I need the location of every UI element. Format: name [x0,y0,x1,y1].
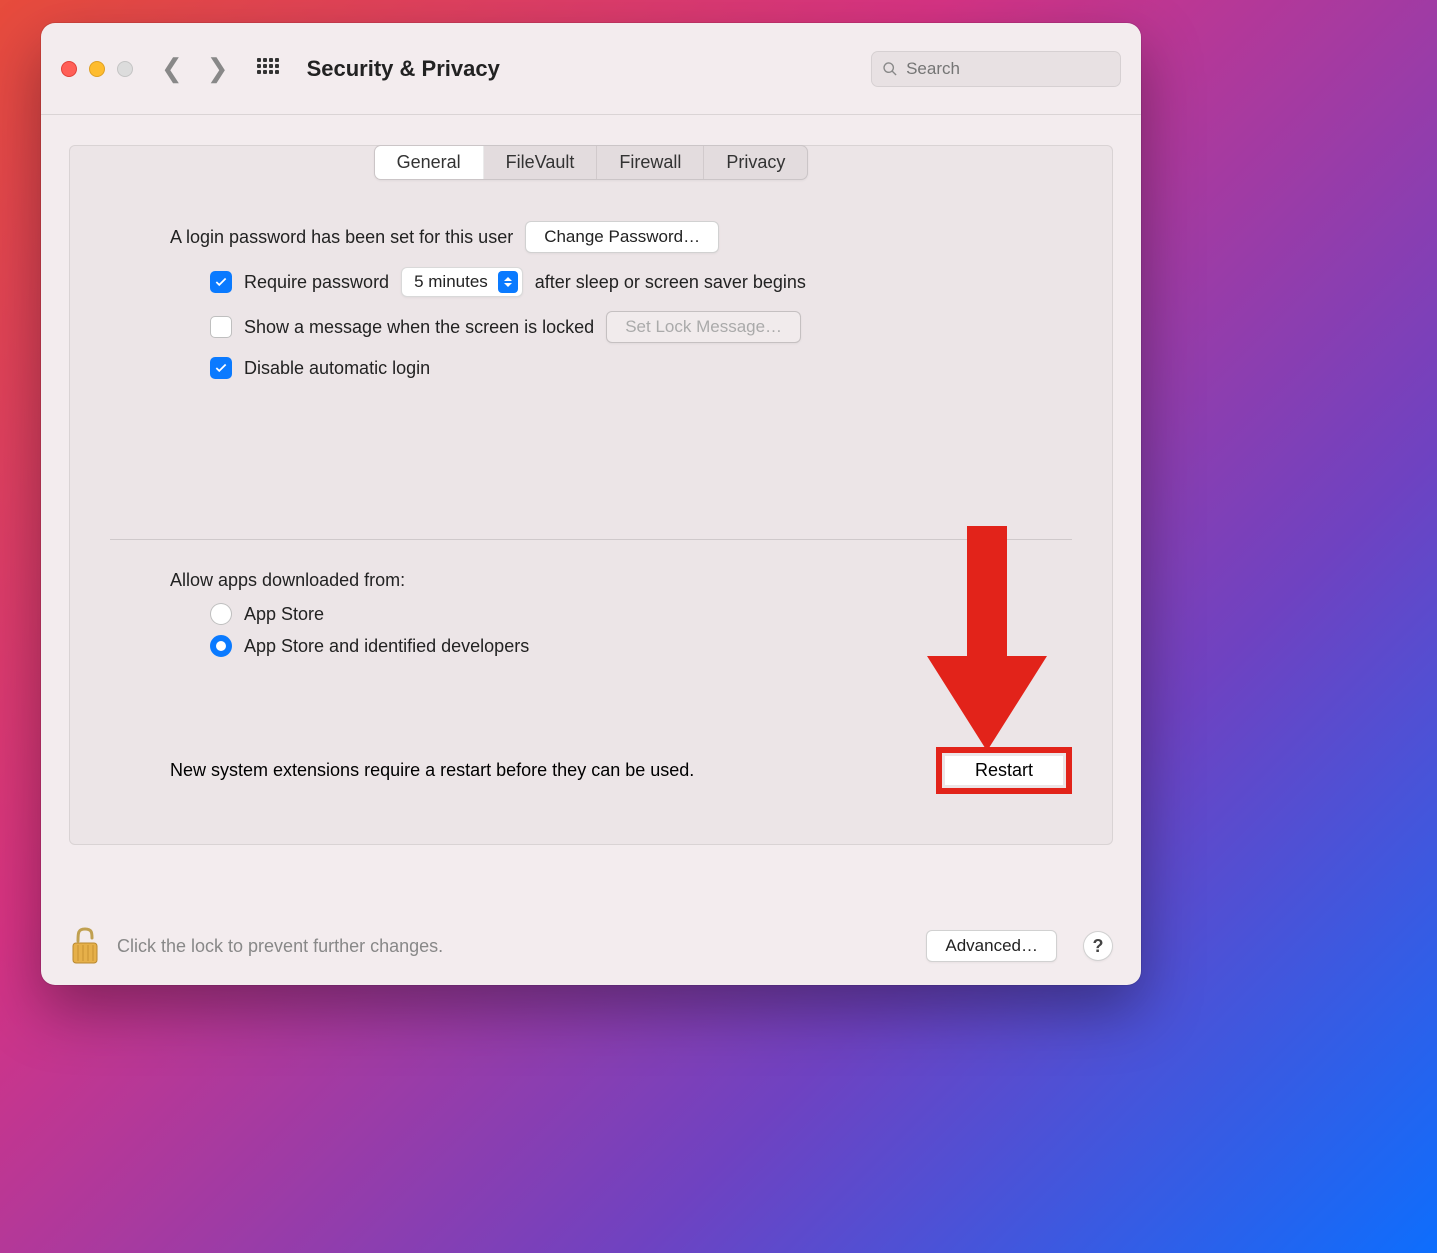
help-button[interactable]: ? [1083,931,1113,961]
radio-app-store-label: App Store [244,604,324,625]
restart-message: New system extensions require a restart … [170,760,694,781]
window-title: Security & Privacy [307,56,500,82]
search-field[interactable] [871,51,1121,87]
require-password-label-after: after sleep or screen saver begins [535,272,806,293]
require-password-checkbox[interactable] [210,271,232,293]
disable-auto-login-label: Disable automatic login [244,358,430,379]
login-password-label: A login password has been set for this u… [170,227,513,248]
toolbar: ❮ ❯ Security & Privacy [41,23,1141,115]
forward-button[interactable]: ❯ [207,53,229,84]
close-button[interactable] [61,61,77,77]
check-icon [214,361,228,375]
radio-app-store-identified-label: App Store and identified developers [244,636,529,657]
disable-auto-login-checkbox[interactable] [210,357,232,379]
tab-general[interactable]: General [375,146,484,179]
settings-panel: General FileVault Firewall Privacy A log… [69,145,1113,845]
content-area: General FileVault Firewall Privacy A log… [41,115,1141,845]
restart-button[interactable]: Restart [945,756,1063,785]
check-icon [214,275,228,289]
maximize-button[interactable] [117,61,133,77]
system-preferences-window: ❮ ❯ Security & Privacy General FileVault… [41,23,1141,985]
tab-bar: General FileVault Firewall Privacy [70,145,1112,180]
tab-privacy[interactable]: Privacy [704,146,807,179]
radio-app-store[interactable] [210,603,232,625]
radio-app-store-identified[interactable] [210,635,232,657]
back-button[interactable]: ❮ [161,53,183,84]
delay-value: 5 minutes [414,272,488,292]
arrow-down-icon [922,526,1052,756]
advanced-button[interactable]: Advanced… [926,930,1057,962]
search-input[interactable] [906,59,1110,79]
nav-arrows: ❮ ❯ [161,53,229,84]
show-all-icon[interactable] [257,58,279,80]
require-password-label-before: Require password [244,272,389,293]
traffic-lights [61,61,133,77]
minimize-button[interactable] [89,61,105,77]
annotation-arrow [922,526,1052,756]
show-message-checkbox[interactable] [210,316,232,338]
search-icon [882,60,898,78]
change-password-button[interactable]: Change Password… [525,221,719,253]
show-message-label: Show a message when the screen is locked [244,317,594,338]
tab-firewall[interactable]: Firewall [597,146,704,179]
footer: Click the lock to prevent further change… [41,907,1141,985]
tab-filevault[interactable]: FileVault [484,146,598,179]
stepper-icon [498,271,518,293]
general-section: A login password has been set for this u… [70,181,1112,379]
require-password-delay-select[interactable]: 5 minutes [401,267,523,297]
lock-hint-text: Click the lock to prevent further change… [117,936,910,957]
lock-icon[interactable] [69,927,101,965]
set-lock-message-button: Set Lock Message… [606,311,801,343]
